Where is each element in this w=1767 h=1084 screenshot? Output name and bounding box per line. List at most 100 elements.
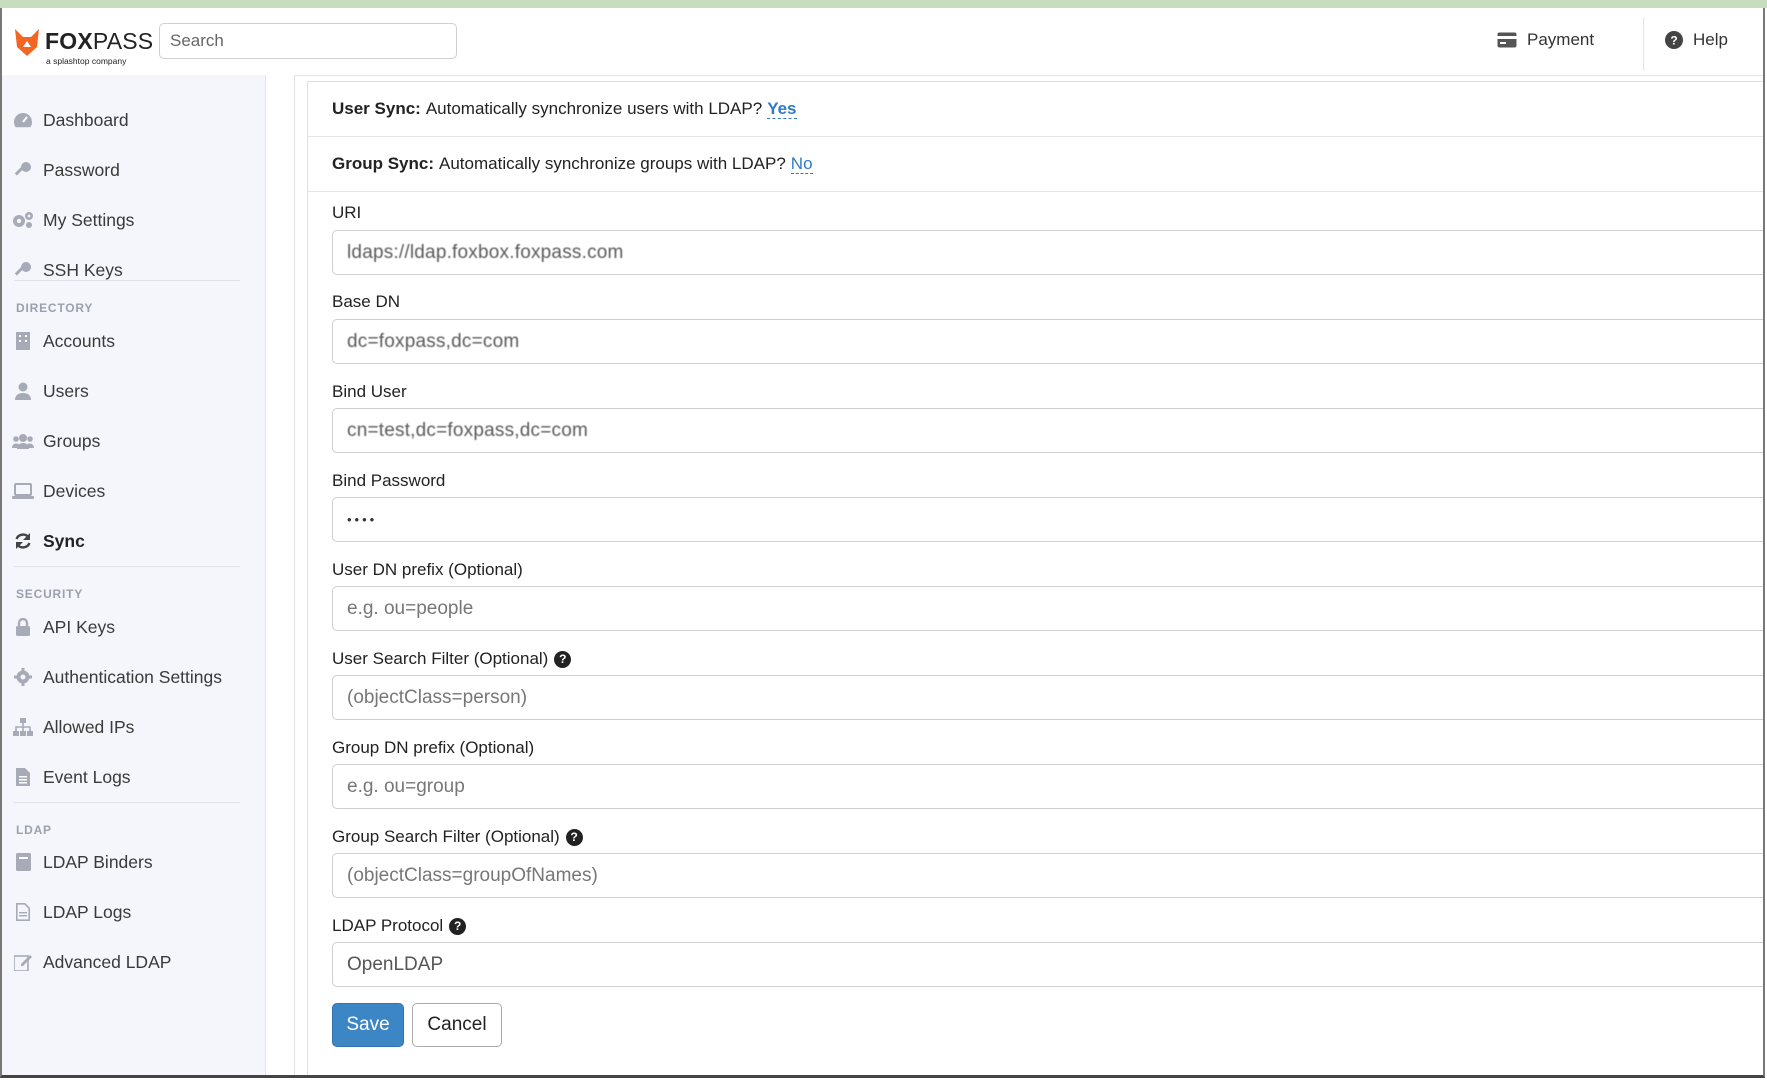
user-dn-prefix-input[interactable] — [332, 586, 1763, 631]
bind-password-value: •••• — [347, 512, 378, 527]
save-button[interactable]: Save — [332, 1003, 404, 1047]
content-gutter — [266, 75, 295, 1075]
group-sync-row: Group Sync: Automatically synchronize gr… — [308, 137, 1763, 192]
help-button[interactable]: ? Help — [1665, 30, 1728, 50]
section-label-ldap: LDAP — [16, 823, 52, 837]
bind-password-field[interactable]: •••• — [332, 497, 1763, 542]
bind-password-label: Bind Password — [332, 471, 446, 490]
header-divider — [1643, 18, 1644, 70]
sidebar-item-label: Dashboard — [43, 109, 129, 130]
sidebar-item-label: Devices — [43, 480, 106, 501]
credit-card-icon — [1497, 32, 1517, 48]
group-sync-label: Group Sync: — [332, 154, 435, 173]
sidebar-divider — [14, 802, 240, 803]
help-tooltip-icon[interactable]: ? — [554, 650, 572, 668]
user-search-filter-label: User Search Filter (Optional)? — [332, 649, 572, 669]
group-sync-question: Automatically synchronize groups with LD… — [439, 154, 786, 173]
sidebar-item-label: Event Logs — [43, 766, 131, 787]
sidebar-divider — [14, 566, 240, 567]
sidebar-item-advanced-ldap[interactable]: Advanced LDAP — [12, 947, 171, 977]
sync-icon — [12, 530, 34, 552]
key-icon — [12, 259, 34, 281]
help-tooltip-icon[interactable]: ? — [565, 828, 583, 846]
top-header: FOXPASS a splashtop company Payment ? He… — [2, 8, 1763, 76]
group-search-filter-label: Group Search Filter (Optional)? — [332, 827, 583, 847]
sidebar-item-ldap-binders[interactable]: LDAP Binders — [12, 847, 153, 877]
edit-icon — [12, 951, 34, 973]
sidebar-item-sync[interactable]: Sync — [12, 526, 85, 556]
help-tooltip-icon[interactable]: ? — [449, 917, 467, 935]
group-sync-toggle[interactable]: No — [790, 154, 813, 174]
user-search-filter-input[interactable] — [332, 675, 1763, 720]
sidebar-item-users[interactable]: Users — [12, 376, 89, 406]
user-sync-label: User Sync: — [332, 99, 421, 118]
payment-button[interactable]: Payment — [1497, 30, 1594, 50]
sidebar-item-label: Advanced LDAP — [43, 951, 172, 972]
sidebar-item-label: Sync — [43, 530, 85, 551]
user-dn-prefix-label: User DN prefix (Optional) — [332, 560, 523, 579]
user-sync-row: User Sync: Automatically synchronize use… — [308, 82, 1763, 137]
laptop-icon — [12, 480, 34, 502]
sidebar-item-label: LDAP Binders — [43, 851, 153, 872]
user-icon — [12, 380, 34, 402]
ldap-protocol-select[interactable]: OpenLDAP — [332, 942, 1763, 987]
group-search-filter-input[interactable] — [332, 853, 1763, 898]
sidebar-item-accounts[interactable]: Accounts — [12, 326, 115, 356]
base-dn-label: Base DN — [332, 292, 401, 311]
sidebar-item-label: LDAP Logs — [43, 901, 132, 922]
app-window: FOXPASS a splashtop company Payment ? He… — [0, 8, 1765, 1078]
file-icon — [12, 901, 34, 923]
base-dn-value: dc=foxpass,dc=com — [347, 330, 520, 352]
sidebar-item-label: API Keys — [43, 616, 115, 637]
sidebar-item-label: Authentication Settings — [43, 666, 223, 687]
group-dn-prefix-input[interactable] — [332, 764, 1763, 809]
ldap-sync-panel: User Sync: Automatically synchronize use… — [307, 81, 1763, 1075]
sidebar-item-label: Accounts — [43, 330, 115, 351]
file-icon — [12, 766, 34, 788]
brand-wordmark: FOXPASS — [45, 28, 154, 54]
sidebar-item-authentication-settings[interactable]: Authentication Settings — [12, 662, 222, 692]
sidebar-item-password[interactable]: Password — [12, 155, 120, 185]
book-icon — [12, 851, 34, 873]
sidebar-item-my-settings[interactable]: My Settings — [12, 205, 134, 235]
sidebar-item-api-keys[interactable]: API Keys — [12, 612, 115, 642]
lock-icon — [12, 616, 34, 638]
gear-icon — [12, 666, 34, 688]
sidebar-item-label: Groups — [43, 430, 101, 451]
bind-user-label: Bind User — [332, 382, 407, 401]
window-top-strip — [0, 0, 1767, 8]
sidebar: Dashboard Password My Settings SSH Keys … — [2, 75, 266, 1075]
sidebar-item-allowed-ips[interactable]: Allowed IPs — [12, 712, 134, 742]
question-circle-icon: ? — [1665, 31, 1683, 49]
sidebar-item-event-logs[interactable]: Event Logs — [12, 762, 131, 792]
foxpass-logo[interactable]: FOXPASS a splashtop company — [13, 25, 153, 69]
user-sync-toggle[interactable]: Yes — [767, 99, 797, 119]
base-dn-field[interactable]: dc=foxpass,dc=com — [332, 319, 1763, 364]
sidebar-item-label: Password — [43, 159, 120, 180]
sidebar-item-label: Allowed IPs — [43, 716, 135, 737]
fox-logo-icon — [15, 29, 39, 56]
sidebar-item-label: My Settings — [43, 209, 135, 230]
users-icon — [12, 430, 34, 452]
bind-user-field[interactable]: cn=test,dc=foxpass,dc=com — [332, 408, 1763, 453]
user-sync-question: Automatically synchronize users with LDA… — [425, 99, 763, 118]
svg-text:?: ? — [1670, 34, 1677, 48]
sidebar-item-groups[interactable]: Groups — [12, 426, 100, 456]
ldap-protocol-label: LDAP Protocol? — [332, 916, 467, 936]
sidebar-item-ldap-logs[interactable]: LDAP Logs — [12, 897, 131, 927]
sidebar-item-devices[interactable]: Devices — [12, 476, 105, 506]
building-icon — [12, 330, 34, 352]
sidebar-divider — [14, 280, 240, 281]
sidebar-item-label: SSH Keys — [43, 259, 123, 280]
brand-tagline: a splashtop company — [46, 56, 127, 66]
dashboard-icon — [12, 109, 34, 131]
sidebar-item-dashboard[interactable]: Dashboard — [12, 105, 129, 135]
search-input[interactable] — [159, 23, 457, 59]
section-label-security: SECURITY — [16, 587, 84, 601]
sidebar-item-label: Users — [43, 380, 89, 401]
cancel-button[interactable]: Cancel — [412, 1003, 502, 1047]
help-label: Help — [1693, 30, 1728, 49]
uri-field[interactable]: ldaps://ldap.foxbox.foxpass.com — [332, 230, 1763, 275]
payment-label: Payment — [1527, 30, 1595, 49]
uri-value: ldaps://ldap.foxbox.foxpass.com — [347, 241, 624, 263]
